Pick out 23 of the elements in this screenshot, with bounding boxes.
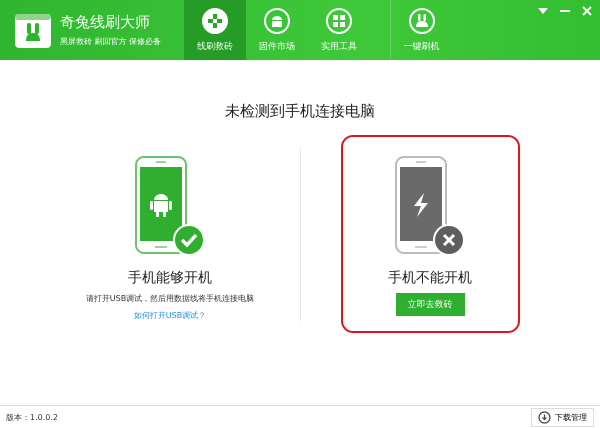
option-title: 手机能够开机: [128, 269, 212, 287]
app-slogan: 黑屏救砖 刷回官方 保修必备: [60, 36, 162, 47]
version-label: 版本：1.0.0.2: [6, 412, 58, 422]
option-title: 手机不能开机: [388, 269, 472, 287]
dropdown-icon[interactable]: [538, 7, 548, 15]
app-title: 奇兔线刷大师: [60, 13, 151, 32]
grid-icon: [326, 8, 352, 34]
android-icon: [264, 8, 290, 34]
rabbit-icon: [408, 8, 434, 34]
nav-tab[interactable]: 实用工具: [308, 0, 370, 60]
rescue-button[interactable]: 立即去救砖: [396, 293, 464, 316]
rabbit-logo-icon: [14, 11, 52, 49]
download-icon: [538, 410, 551, 424]
page-heading: 未检测到手机连接电脑: [225, 102, 375, 121]
nav-tab[interactable]: 固件市场: [246, 0, 308, 60]
close-icon[interactable]: [582, 6, 592, 16]
nav-tab[interactable]: 一键刷机: [390, 0, 452, 60]
download-manager-button[interactable]: 下载管理: [531, 408, 594, 426]
nav-tab[interactable]: 线刷救砖: [184, 0, 246, 60]
cross-icon: [202, 8, 228, 34]
help-link[interactable]: 如何打开USB调试？: [134, 310, 206, 321]
option-description: 请打开USB调试，然后用数据线将手机连接电脑: [86, 293, 254, 304]
minimize-icon[interactable]: [560, 10, 570, 12]
